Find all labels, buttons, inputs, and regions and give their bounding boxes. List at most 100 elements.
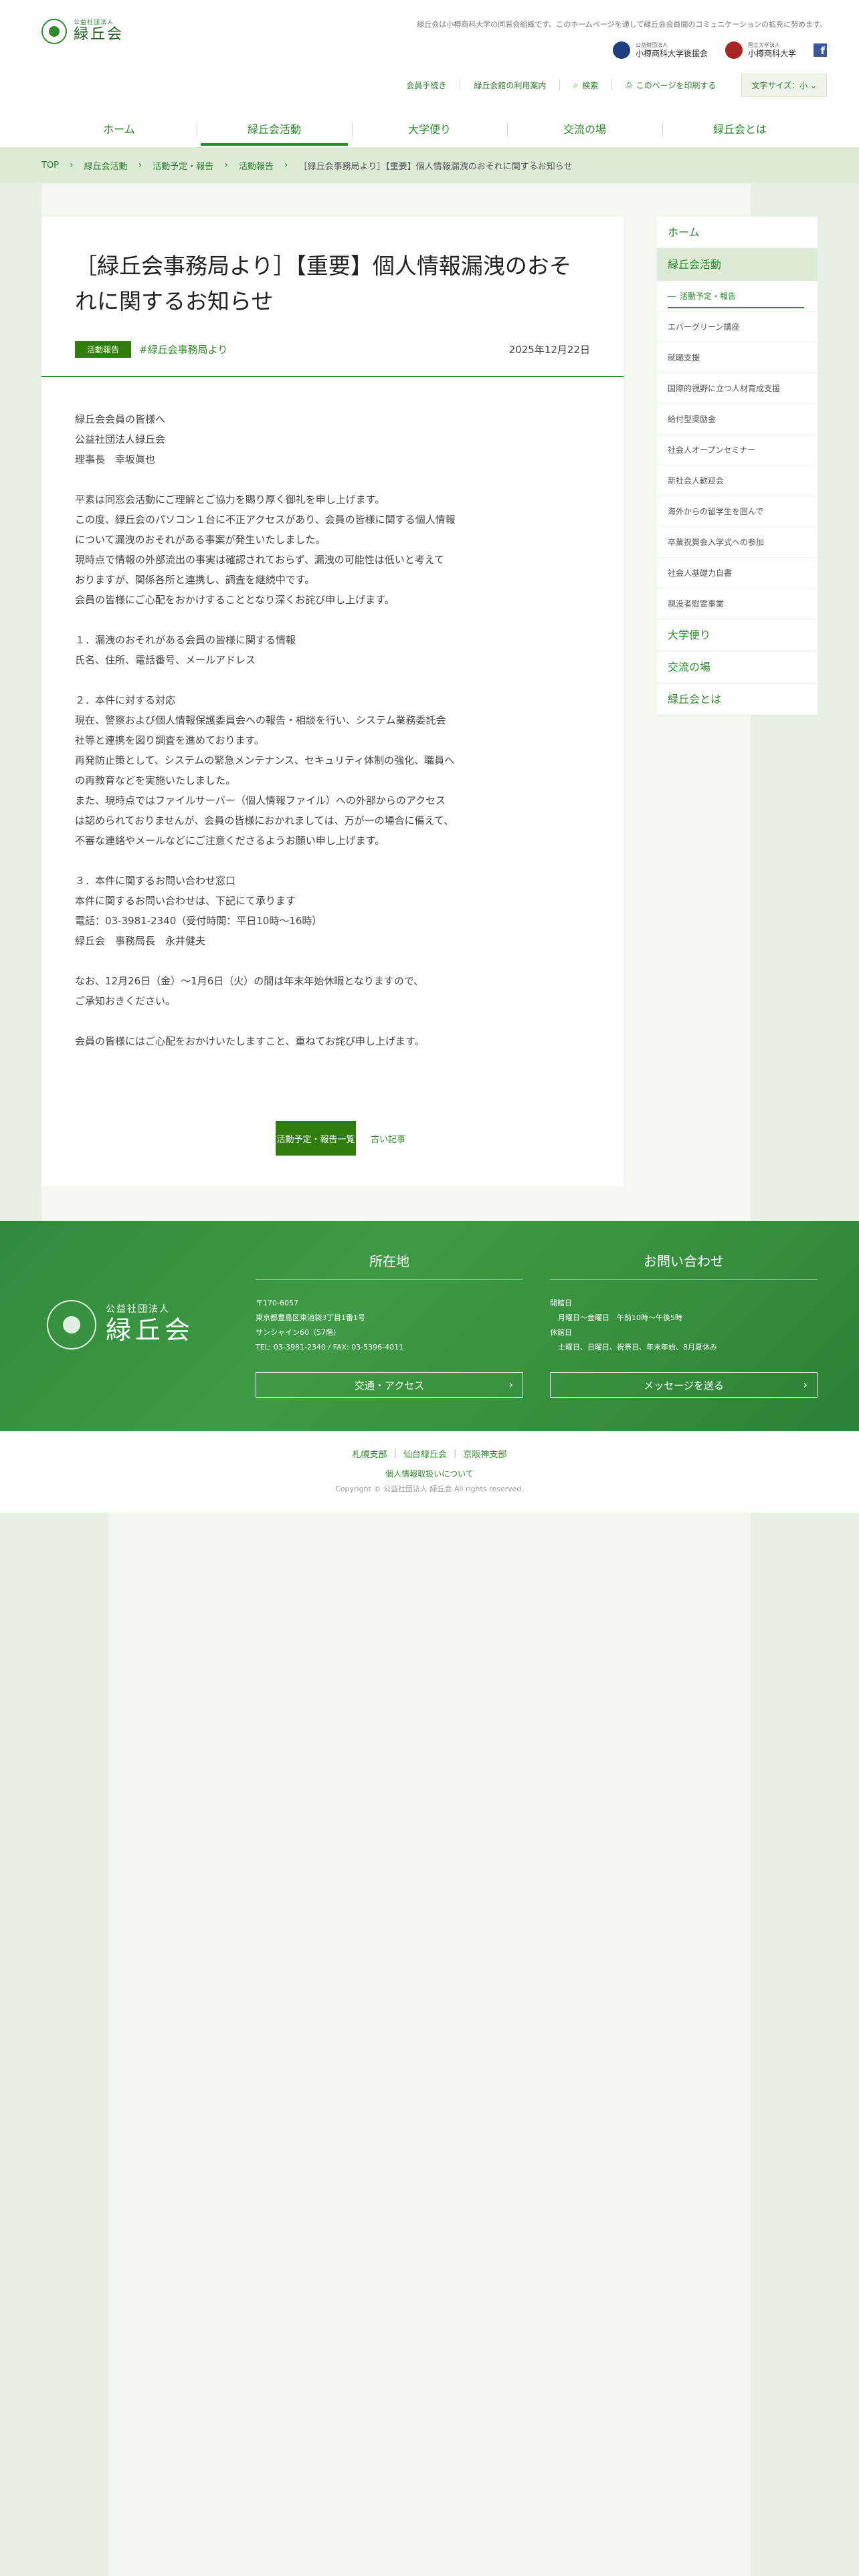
- sidebar-subitem-schedule-report[interactable]: 活動予定・報告: [657, 281, 818, 312]
- location-heading: 所在地: [256, 1251, 523, 1280]
- contact-heading: お問い合わせ: [550, 1251, 818, 1280]
- site-logo[interactable]: 公益社団法人 緑丘会: [41, 19, 124, 44]
- footer-address: 〒170-6057 東京都豊島区東池袋3丁目1番1号 サンシャイン60（57階）…: [256, 1299, 404, 1352]
- chevron-right-icon: ›: [803, 1378, 807, 1391]
- body-line: 社等と連携を図り調査を進めております。: [75, 734, 265, 746]
- body-line: 再発防止策として、システムの緊急メンテナンス、セキュリティ体制の強化、職員へ: [75, 754, 455, 766]
- partner-link-supporters[interactable]: 公益財団法人 小樽商科大学後援会: [612, 41, 708, 59]
- breadcrumb-schedule-report[interactable]: 活動予定・報告: [153, 159, 213, 172]
- body-line: ご承知おきください。: [75, 995, 176, 1007]
- sidebar-subitem-global[interactable]: 国際的視野に立つ人材育成支援: [657, 373, 818, 404]
- sidebar-subitem-students[interactable]: 海外からの留学生を囲んで: [657, 496, 818, 527]
- access-button[interactable]: 交通・アクセス ›: [256, 1372, 523, 1398]
- privacy-policy-link[interactable]: 個人情報取扱いについて: [385, 1469, 474, 1479]
- print-icon: ⎙: [626, 80, 632, 90]
- nav-home[interactable]: ホーム: [41, 112, 197, 147]
- main-nav: ホーム 緑丘会活動 大学便り 交流の場 緑丘会とは: [41, 112, 818, 147]
- footer-logo: 公益社団法人 緑丘会: [47, 1300, 194, 1350]
- nav-exchange[interactable]: 交流の場: [507, 112, 662, 147]
- article-pager: 活動予定・報告一覧 古い記事: [276, 1121, 405, 1156]
- partner-link-university[interactable]: 国立大学法人 小樽商科大学: [725, 41, 796, 59]
- breadcrumb-top[interactable]: TOP: [41, 160, 59, 171]
- site-header: 公益社団法人 緑丘会 緑丘会は小樽商科大学の同窓会組織です。このホームページを通…: [0, 0, 859, 147]
- sidebar-item-about[interactable]: 緑丘会とは: [657, 683, 818, 716]
- older-posts-link[interactable]: 古い記事: [371, 1132, 405, 1145]
- nav-about[interactable]: 緑丘会とは: [662, 112, 818, 147]
- nav-university-news[interactable]: 大学便り: [352, 112, 507, 147]
- body-line: 公益社団法人緑丘会: [75, 433, 166, 445]
- article-date: 2025年12月22日: [508, 344, 590, 356]
- supporters-emblem-icon: [612, 41, 630, 59]
- utility-print[interactable]: ⎙ このページを印刷する: [611, 80, 729, 91]
- utility-membership[interactable]: 会員手続き: [393, 80, 460, 91]
- utility-nav: 会員手続き 緑丘会館の利用案内 ⌕ 検索 ⎙ このページを印刷する 文字サイズ：…: [393, 74, 827, 97]
- chevron-right-icon: ›: [508, 1378, 513, 1391]
- branch-link-sendai[interactable]: 仙台緑丘会: [403, 1447, 447, 1460]
- body-line: 会員の皆様にご心配をおかけすることとなり深くお詫び申し上げます。: [75, 594, 395, 606]
- chevron-right-icon: ›: [224, 160, 228, 171]
- chevron-right-icon: ›: [70, 160, 74, 171]
- sidebar-item-exchange[interactable]: 交流の場: [657, 651, 818, 683]
- nav-activities[interactable]: 緑丘会活動: [197, 112, 352, 147]
- emblem-icon: [41, 19, 67, 44]
- branch-link-sapporo[interactable]: 札幌支部: [353, 1447, 387, 1460]
- body-line: 現在、警察および個人情報保護委員会への報告・相談を行い、システム業務委託会: [75, 714, 446, 726]
- category-badge[interactable]: 活動報告: [75, 341, 132, 358]
- university-emblem-icon: [725, 41, 743, 59]
- article-body: 緑丘会会員の皆様へ 公益社団法人緑丘会 理事長 幸坂眞也 平素は同窓会活動にご理…: [75, 409, 590, 1051]
- bottom-bar: 札幌支部 | 仙台緑丘会 | 京阪神支部 個人情報取扱いについて Copyrig…: [0, 1431, 859, 1513]
- breadcrumb-report[interactable]: 活動報告: [239, 159, 274, 172]
- back-to-list-button[interactable]: 活動予定・報告一覧: [276, 1121, 356, 1156]
- body-line: 本件に関するお問い合わせは、下記にて承ります: [75, 895, 296, 907]
- body-line: 電話：03-3981-2340（受付時間：平日10時〜16時）: [75, 915, 322, 927]
- tag-link[interactable]: #緑丘会事務局より: [139, 342, 227, 356]
- facebook-icon[interactable]: f: [814, 43, 827, 57]
- body-line: この度、緑丘会のパソコン１台に不正アクセスがあり、会員の皆様に関する個人情報: [75, 514, 456, 526]
- article: ［緑丘会事務局より］【重要】個人情報漏洩のおそれに関するお知らせ 活動報告 #緑…: [41, 217, 624, 1186]
- body-line: 氏名、住所、電話番号、メールアドレス: [75, 654, 256, 666]
- branch-link-keihanshin[interactable]: 京阪神支部: [463, 1447, 506, 1460]
- body-line: 平素は同窓会活動にご理解とご協力を賜り厚く御礼を申し上げます。: [75, 494, 385, 506]
- body-line: ２．本件に対する対応: [75, 694, 176, 706]
- emblem-icon: [47, 1300, 96, 1350]
- site-tagline: 緑丘会は小樽商科大学の同窓会組織です。このホームページを通して緑丘会会員間のコミ…: [417, 20, 827, 29]
- body-line: 現時点で情報の外部流出の事実は確認されておらず、漏洩の可能性は低いと考えて: [75, 554, 445, 566]
- sidebar: ホーム 緑丘会活動 活動予定・報告 エバーグリーン講座 就職支援 国際的視野に立…: [657, 217, 818, 716]
- send-message-button[interactable]: メッセージを送る ›: [550, 1372, 818, 1398]
- body-line: について漏洩のおそれがある事案が発生いたしました。: [75, 534, 326, 546]
- sidebar-item-activities[interactable]: 緑丘会活動: [657, 249, 818, 281]
- body-line: 不審な連絡やメールなどにご注意くださるようお願い申し上げます。: [75, 835, 385, 847]
- sidebar-subitem-whitepaper[interactable]: 社会人基礎力自書: [657, 558, 818, 588]
- body-line: １．漏洩のおそれがある会員の皆様に関する情報: [75, 634, 296, 646]
- article-divider: [41, 376, 624, 377]
- sidebar-subitem-scholarship[interactable]: 給付型奨励金: [657, 404, 818, 435]
- breadcrumb: TOP › 緑丘会活動 › 活動予定・報告 › 活動報告 › ［緑丘会事務局より…: [0, 147, 859, 183]
- site-footer: 公益社団法人 緑丘会 所在地 お問い合わせ 〒170-6057 東京都豊島区東池…: [0, 1221, 859, 1431]
- footer-hours: 開館日 月曜日〜金曜日 午前10時〜午後5時 休館日 土曜日、日曜日、祝祭日、年…: [550, 1299, 717, 1352]
- sidebar-subitem-seminar[interactable]: 社会人オープンセミナー: [657, 435, 818, 465]
- sidebar-subitem-welcome[interactable]: 新社会人歓迎会: [657, 465, 818, 496]
- body-line: の再教育などを実施いたしました。: [75, 774, 236, 786]
- body-line: 緑丘会 事務局長 永井健夫: [75, 935, 206, 947]
- body-line: 会員の皆様にはご心配をおかけいたしますこと、重ねてお詫び申し上げます。: [75, 1035, 425, 1047]
- body-line: 緑丘会会員の皆様へ: [75, 413, 166, 425]
- utility-search[interactable]: ⌕ 検索: [559, 80, 611, 91]
- page-background-panel: [108, 1513, 751, 2576]
- body-line: ３．本件に関するお問い合わせ窓口: [75, 875, 236, 887]
- sidebar-item-university-news[interactable]: 大学便り: [657, 619, 818, 651]
- sidebar-subitem-career[interactable]: 就職支援: [657, 342, 818, 373]
- partner-links: 公益財団法人 小樽商科大学後援会 国立大学法人 小樽商科大学 f: [612, 41, 827, 59]
- font-size-select[interactable]: 文字サイズ：小 ⌄: [741, 74, 827, 97]
- breadcrumb-activities[interactable]: 緑丘会活動: [84, 159, 128, 172]
- sidebar-subitem-evergreen[interactable]: エバーグリーン講座: [657, 312, 818, 342]
- sidebar-subitem-ceremony[interactable]: 卒業祝賀会入学式への参加: [657, 527, 818, 558]
- breadcrumb-current: ［緑丘会事務局より］【重要】個人情報漏洩のおそれに関するお知らせ: [298, 161, 573, 172]
- body-line: おりますが、関係各所と連携し、調査を継続中です。: [75, 574, 315, 586]
- article-title: ［緑丘会事務局より］【重要】個人情報漏洩のおそれに関するお知らせ: [75, 253, 571, 314]
- body-line: 理事長 幸坂眞也: [75, 453, 156, 465]
- body-line: は認められておりませんが、会員の皆様におかれましては、万が一の場合に備えて、: [75, 815, 454, 827]
- utility-hall-guide[interactable]: 緑丘会館の利用案内: [460, 80, 559, 91]
- copyright: Copyright © 公益社団法人 緑丘会 All rights reserv…: [335, 1485, 524, 1493]
- sidebar-subitem-memorial[interactable]: 親没者慰霊事業: [657, 588, 818, 619]
- sidebar-item-home[interactable]: ホーム: [657, 217, 818, 249]
